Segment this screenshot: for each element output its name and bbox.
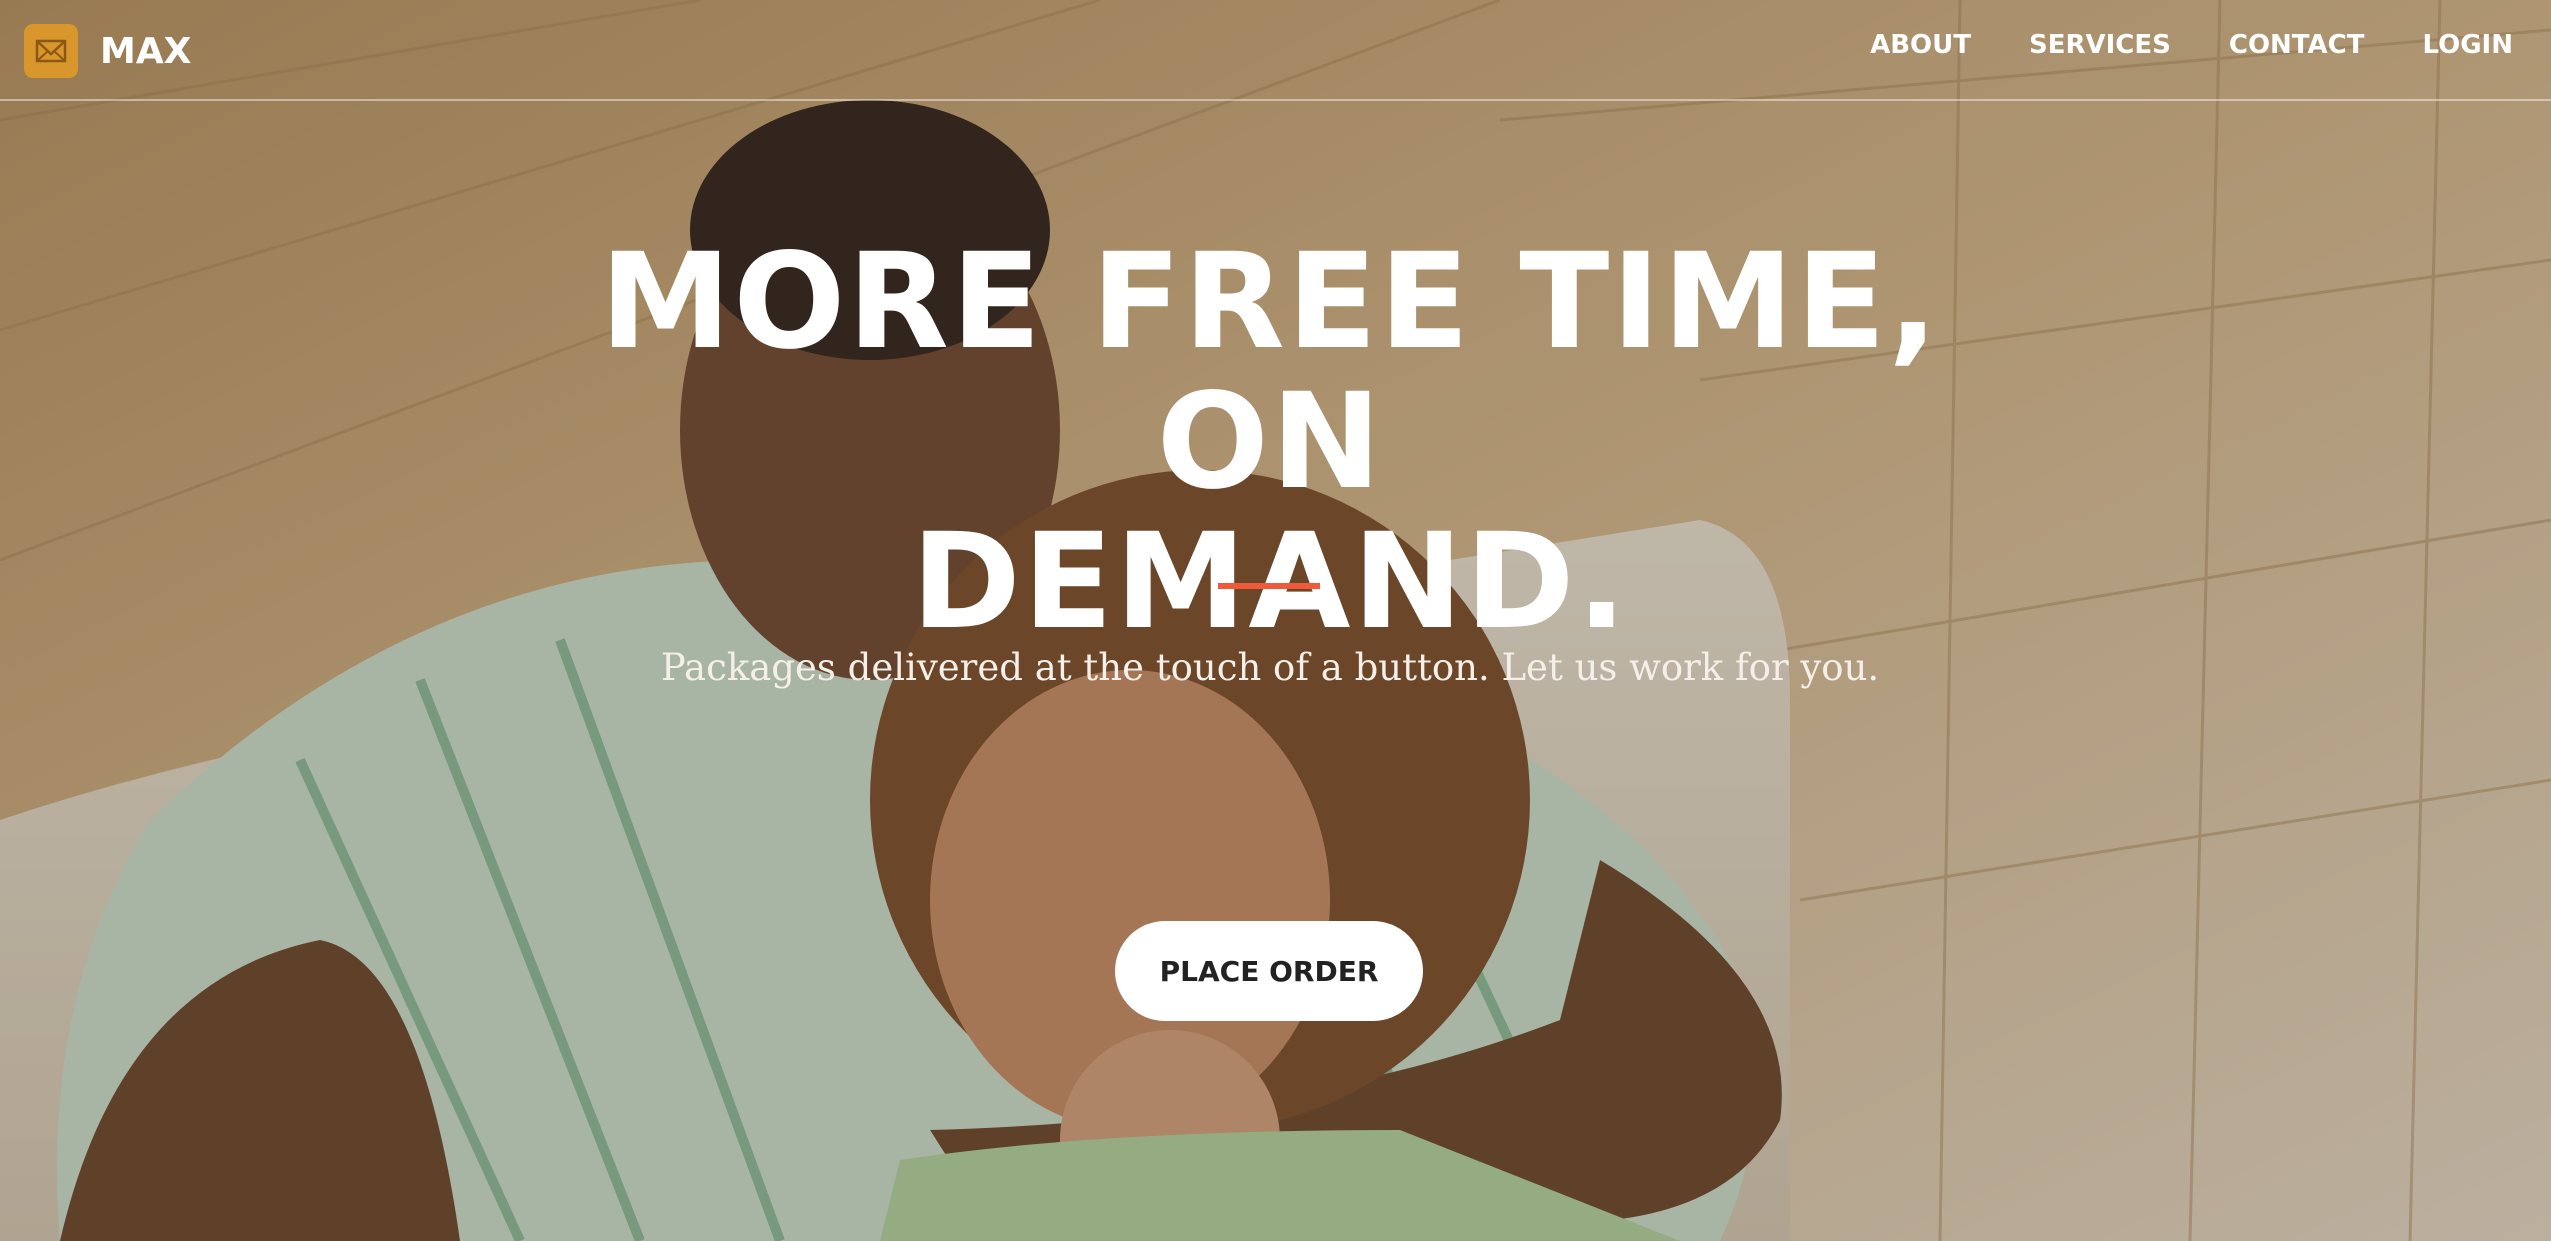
nav-links: ABOUT SERVICES CONTACT LOGIN bbox=[1870, 30, 2513, 60]
nav-link-about[interactable]: ABOUT bbox=[1870, 30, 1971, 60]
top-navbar: MAX ABOUT SERVICES CONTACT LOGIN bbox=[0, 0, 2551, 101]
place-order-button[interactable]: PLACE ORDER bbox=[1115, 921, 1423, 1021]
hero-subheadline: Packages delivered at the touch of a but… bbox=[660, 646, 1880, 689]
brand-name: MAX bbox=[100, 30, 192, 72]
hero-headline-line-1: MORE FREE TIME, ON bbox=[599, 225, 1941, 519]
nav-link-login[interactable]: LOGIN bbox=[2422, 30, 2513, 60]
hero-section: MAX ABOUT SERVICES CONTACT LOGIN MORE FR… bbox=[0, 0, 2551, 1241]
nav-link-contact[interactable]: CONTACT bbox=[2229, 30, 2365, 60]
nav-link-services[interactable]: SERVICES bbox=[2029, 30, 2171, 60]
hero-headline-line-2: DEMAND. bbox=[911, 505, 1629, 659]
envelope-icon bbox=[24, 24, 78, 78]
hero-headline: MORE FREE TIME, ON DEMAND. bbox=[500, 232, 2040, 652]
brand[interactable]: MAX bbox=[24, 24, 191, 78]
accent-divider bbox=[1218, 583, 1320, 589]
